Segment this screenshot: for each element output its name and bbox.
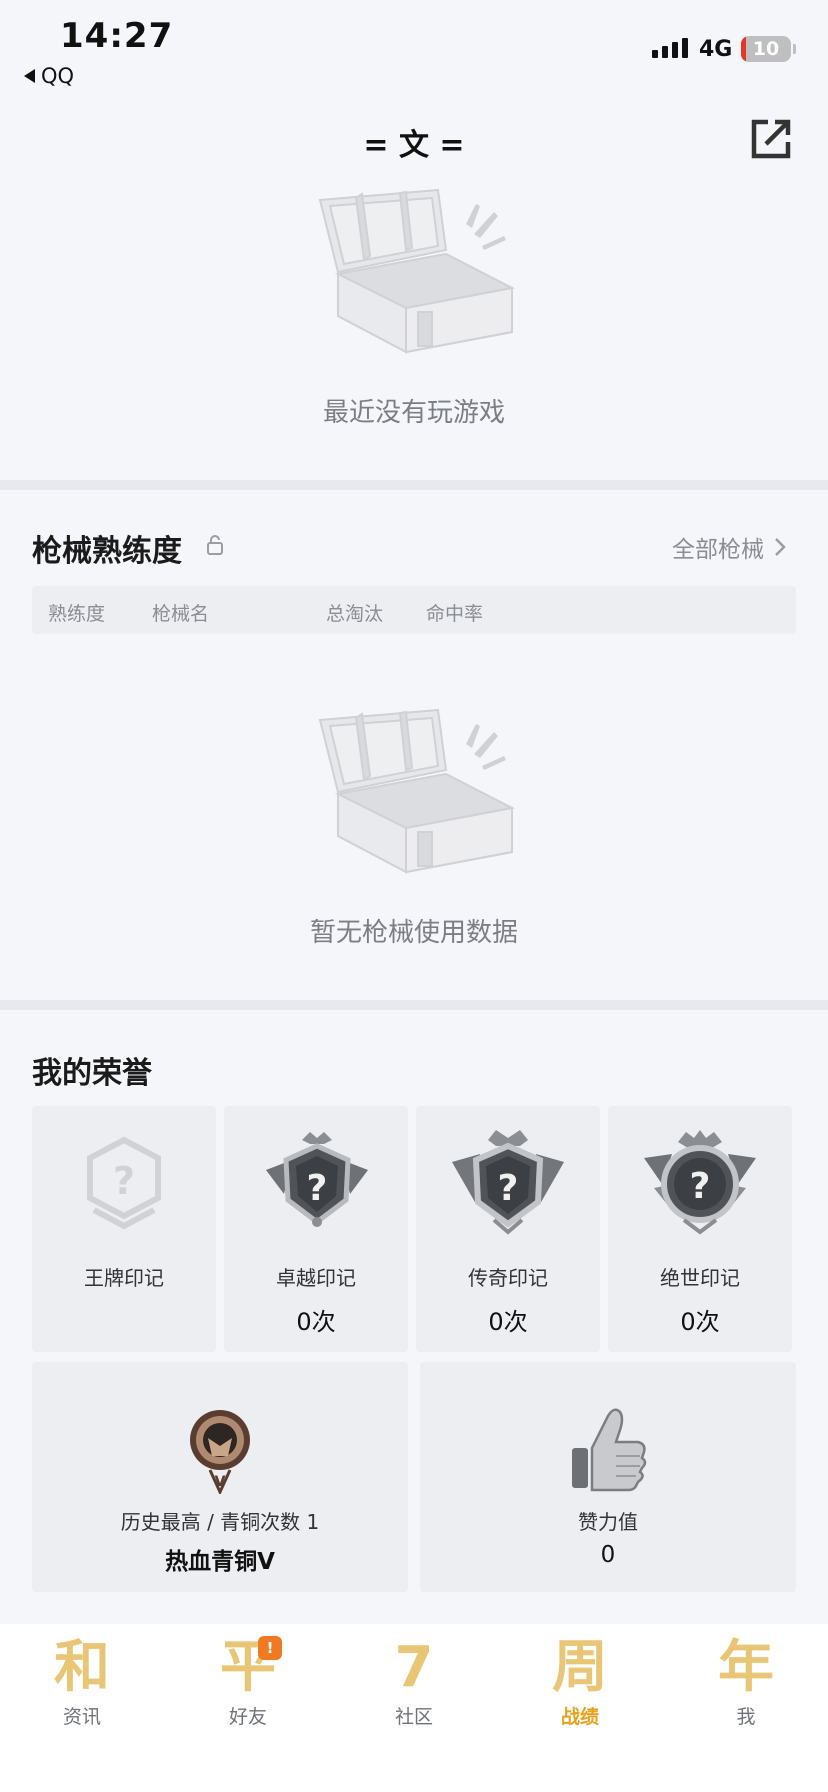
signal-icon — [652, 38, 688, 58]
tab-label: 资讯 — [62, 1706, 101, 1728]
legend-mark-icon: ? — [452, 1130, 564, 1235]
history-rank-card[interactable]: V 历史最高 / 青铜次数 1 热血青铜Ⅴ — [32, 1362, 408, 1592]
honor-label: 王牌印记 — [84, 1266, 164, 1290]
bottom-tab-bar: 和 资讯 平 好友 ! 7 社区 周 战绩 年 我 — [0, 1624, 828, 1792]
back-to-app-button[interactable]: QQ — [24, 64, 74, 88]
tab-glyph: 年 — [718, 1635, 774, 1700]
history-rank-label: 历史最高 / 青铜次数 1 — [120, 1510, 320, 1534]
lock-icon[interactable] — [206, 534, 224, 556]
honor-label: 绝世印记 — [660, 1266, 740, 1290]
back-triangle-icon — [24, 69, 35, 83]
svg-text:?: ? — [113, 1159, 135, 1203]
column-hit-rate: 命中率 — [426, 603, 484, 625]
weapons-section-title: 枪械熟练度 — [32, 534, 182, 569]
thumbs-up-icon — [572, 1408, 647, 1492]
empty-chest-icon — [318, 188, 516, 354]
all-weapons-link[interactable]: 全部枪械 — [672, 530, 786, 564]
tab-records[interactable]: 周 战绩 — [520, 1636, 640, 1746]
column-total-kills: 总淘汰 — [326, 603, 384, 625]
likes-card[interactable]: 赞力值 0 — [420, 1362, 796, 1592]
honor-card-legend[interactable]: ? 传奇印记 0次 — [416, 1106, 600, 1352]
svg-text:?: ? — [690, 1166, 711, 1207]
battery-icon: 10 — [741, 36, 791, 62]
back-app-label: QQ — [41, 64, 75, 88]
history-rank-value: 热血青铜Ⅴ — [165, 1549, 275, 1575]
honor-card-ace[interactable]: ? 王牌印记 — [32, 1106, 216, 1352]
tab-label: 好友 — [228, 1706, 267, 1728]
notification-badge: ! — [258, 1636, 282, 1660]
network-type: 4G — [699, 37, 733, 62]
tab-label: 我 — [736, 1706, 756, 1728]
bronze-rank-icon: V — [190, 1410, 250, 1494]
recent-games-empty-text: 最近没有玩游戏 — [322, 398, 505, 428]
ace-mark-icon: ? — [87, 1136, 161, 1230]
honors-section-title: 我的荣誉 — [32, 1056, 152, 1091]
honor-count: 0次 — [680, 1308, 720, 1336]
empty-chest-icon — [318, 708, 516, 874]
player-name: = 文 = — [363, 128, 465, 163]
tab-glyph: 和 — [54, 1635, 110, 1700]
svg-text:V: V — [215, 1474, 226, 1490]
peerless-mark-icon: ? — [644, 1130, 756, 1235]
svg-text:?: ? — [498, 1168, 519, 1209]
battery-percent: 10 — [752, 38, 780, 60]
excellence-mark-icon: ? — [266, 1132, 368, 1227]
honor-card-excellence[interactable]: ? 卓越印记 0次 — [224, 1106, 408, 1352]
likes-label: 赞力值 — [578, 1510, 638, 1534]
section-divider — [0, 1000, 828, 1010]
tab-glyph: 周 — [552, 1635, 608, 1700]
status-bar: 14:27 QQ 4G 10 — [0, 0, 828, 95]
svg-text:?: ? — [307, 1168, 328, 1209]
tab-label: 战绩 — [560, 1706, 599, 1728]
all-weapons-label: 全部枪械 — [672, 537, 764, 563]
status-time: 14:27 — [60, 16, 174, 56]
weapons-empty-text: 暂无枪械使用数据 — [309, 918, 518, 948]
honor-count: 0次 — [488, 1308, 528, 1336]
weapons-table-header: 熟练度 枪械名 总淘汰 命中率 — [32, 586, 796, 634]
tab-glyph: 7 — [394, 1635, 434, 1700]
tab-glyph: 平 — [220, 1635, 276, 1700]
tab-label: 社区 — [394, 1706, 433, 1728]
likes-value: 0 — [600, 1542, 616, 1568]
column-proficiency: 熟练度 — [48, 603, 106, 625]
tab-me[interactable]: 年 我 — [686, 1636, 806, 1746]
honor-label: 传奇印记 — [468, 1266, 548, 1290]
honor-count: 0次 — [296, 1308, 336, 1336]
honor-label: 卓越印记 — [276, 1266, 356, 1290]
honor-card-peerless[interactable]: ? 绝世印记 0次 — [608, 1106, 792, 1352]
chevron-right-icon — [775, 538, 786, 556]
tab-friends[interactable]: 平 好友 ! — [188, 1636, 308, 1746]
tab-community[interactable]: 7 社区 — [354, 1636, 474, 1746]
tab-news[interactable]: 和 资讯 — [22, 1636, 142, 1746]
battery-cap — [793, 44, 796, 54]
section-divider — [0, 480, 828, 490]
share-external-icon[interactable] — [748, 116, 794, 162]
column-weapon-name: 枪械名 — [152, 603, 210, 625]
